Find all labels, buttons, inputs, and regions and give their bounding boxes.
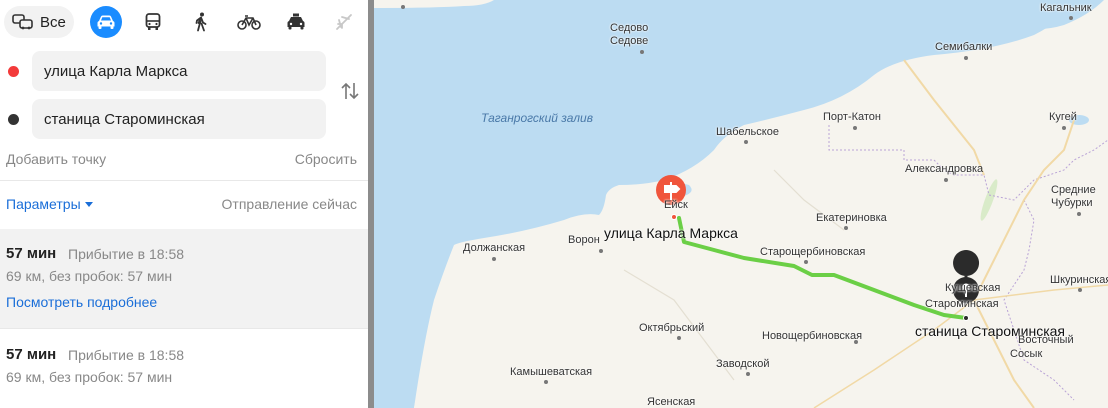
reset-button[interactable]: Сбросить <box>295 151 357 167</box>
mode-bus-button[interactable] <box>137 6 169 38</box>
to-point-dot <box>8 114 19 125</box>
car-icon <box>97 15 115 29</box>
place-label: Средние <box>1051 184 1096 196</box>
caret-down-icon <box>84 202 93 207</box>
transport-modes: Все <box>0 4 368 40</box>
mode-all-button[interactable]: Все <box>4 6 74 38</box>
route-panel: Все улица Карла Маркса станица Староминс… <box>0 0 368 408</box>
region-border <box>1003 199 1075 401</box>
bus-icon <box>145 13 161 30</box>
map-view[interactable]: Седово Седове Кагальник Семибалки Таганр… <box>374 0 1108 408</box>
taxi-icon <box>287 13 305 30</box>
from-point-dot <box>8 66 19 77</box>
place-label: Новощербиновская <box>762 330 863 342</box>
mode-all-label: Все <box>40 13 66 31</box>
route-details: 69 км, без пробок: 57 мин <box>6 268 173 284</box>
bicycle-icon <box>237 15 261 30</box>
place-label: Семибалки <box>935 41 993 53</box>
from-field[interactable]: улица Карла Маркса <box>32 51 326 91</box>
sea-area <box>374 0 1074 408</box>
place-label: Кагальник <box>1040 2 1092 14</box>
place-label: Чубурки <box>1051 197 1093 209</box>
place-label: Должанская <box>463 242 526 254</box>
pedestrian-icon <box>195 12 207 32</box>
place-label: Екатериновка <box>816 212 887 224</box>
place-label: Камышеватская <box>510 366 593 378</box>
place-label: Ворон <box>568 234 600 246</box>
place-label: Староминская <box>925 298 999 310</box>
place-label: Восточный <box>1018 334 1074 346</box>
divider <box>0 180 368 181</box>
place-label: Шкуринская <box>1050 274 1108 286</box>
map-canvas <box>374 0 1108 408</box>
place-label: Ейск <box>664 199 688 211</box>
sea-label: Таганрогский залив <box>481 111 593 125</box>
place-label: Кугей <box>1049 111 1077 123</box>
route-details: 69 км, без пробок: 57 мин <box>6 369 173 385</box>
end-label: станица Староминская <box>915 323 1065 339</box>
place-label: Старощербиновская <box>760 246 866 258</box>
place-label: Седове <box>610 35 649 47</box>
place-label: Седово <box>610 22 649 34</box>
add-point-button[interactable]: Добавить точку <box>6 151 106 167</box>
to-field[interactable]: станица Староминская <box>32 99 326 139</box>
route-option-2[interactable]: 57 мин Прибытие в 18:58 69 км, без пробо… <box>0 329 368 408</box>
mode-pedestrian-button[interactable] <box>185 6 217 38</box>
start-label: улица Карла Маркса <box>604 225 738 241</box>
route-arrival: Прибытие в 18:58 <box>68 246 185 262</box>
place-label: Заводской <box>716 358 770 370</box>
place-label: Сосык <box>1010 348 1043 360</box>
mode-taxi-button[interactable] <box>280 6 312 38</box>
swap-points-icon[interactable] <box>340 80 360 102</box>
place-label: Порт-Катон <box>823 111 881 123</box>
route-details-link[interactable]: Посмотреть подробнее <box>6 294 157 310</box>
plane-icon <box>336 14 352 30</box>
place-label: Октябрьский <box>639 322 705 334</box>
params-label: Параметры <box>6 196 81 212</box>
route-time: 57 мин <box>6 245 57 262</box>
start-pin[interactable] <box>656 175 686 220</box>
route-arrival: Прибытие в 18:58 <box>68 347 185 363</box>
place-label: Кущевская <box>945 282 1001 294</box>
place-label: Александровка <box>905 163 984 175</box>
mode-car-button[interactable] <box>90 6 122 38</box>
mode-plane-button[interactable] <box>328 6 360 38</box>
mode-bicycle-button[interactable] <box>233 6 265 38</box>
place-label: Ясенская <box>647 396 696 408</box>
place-label: Шабельское <box>716 126 779 138</box>
params-dropdown[interactable]: Параметры <box>6 196 93 212</box>
route-time: 57 мин <box>6 346 57 363</box>
all-modes-icon <box>12 14 33 30</box>
departure-selector[interactable]: Отправление сейчас <box>222 196 357 212</box>
route-option-1[interactable]: 57 мин Прибытие в 18:58 69 км, без пробо… <box>0 229 368 328</box>
